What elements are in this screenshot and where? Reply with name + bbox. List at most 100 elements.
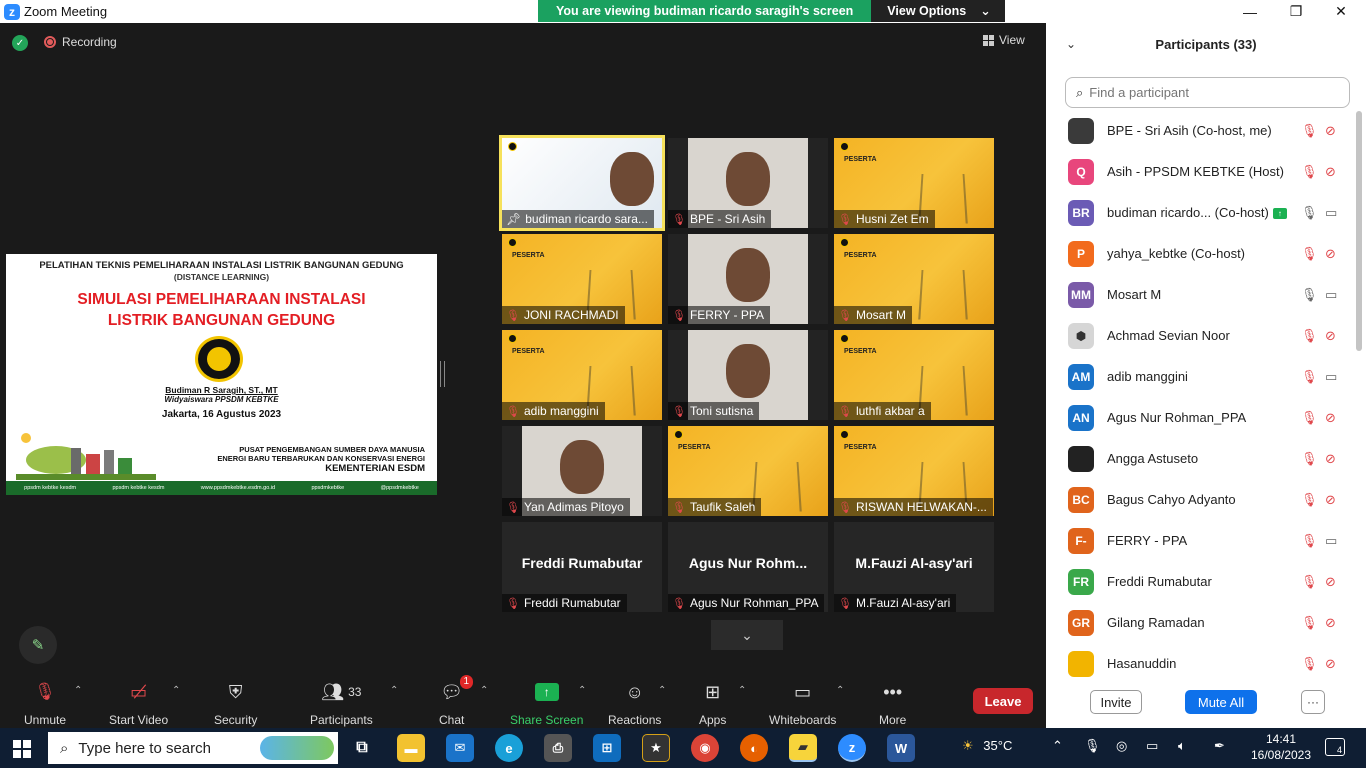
video-off-icon[interactable]: ⊘ — [1325, 123, 1336, 139]
mic-muted-icon[interactable]: 🎙︎ — [1301, 246, 1318, 262]
mute-all-button[interactable]: Mute All — [1185, 690, 1257, 714]
edge-browser-icon[interactable]: e — [495, 734, 523, 762]
participant-video-tile[interactable]: M.Fauzi Al-asy'ari 🎙︎ M.Fauzi Al-asy'ari — [834, 522, 994, 612]
word-icon[interactable]: W — [887, 734, 915, 762]
chat-caret-icon[interactable]: ⌃ — [480, 685, 488, 696]
participant-video-tile[interactable]: Agus Nur Rohm... 🎙︎ Agus Nur Rohman_PPA — [668, 522, 828, 612]
mic-muted-icon[interactable]: 🎙︎ — [1301, 369, 1318, 385]
whiteboards-button[interactable]: ▭ Whiteboards — [769, 679, 836, 728]
volume-icon[interactable]: 🔈︎ — [1178, 738, 1186, 754]
participant-row[interactable]: MM Mosart M 🎙︎ ▭ — [1046, 274, 1356, 315]
participant-row[interactable]: GR Gilang Ramadan 🎙︎ ⊘ — [1046, 602, 1356, 643]
participant-row[interactable]: FR Freddi Rumabutar 🎙︎ ⊘ — [1046, 561, 1356, 602]
video-icon[interactable]: ▭ — [1325, 533, 1337, 549]
tray-mic-icon[interactable]: 🎙︎ — [1084, 738, 1101, 754]
whiteboards-caret-icon[interactable]: ⌃ — [836, 685, 844, 696]
participant-row[interactable]: AN Agus Nur Rohman_PPA 🎙︎ ⊘ — [1046, 397, 1356, 438]
recording-indicator[interactable]: Recording — [44, 35, 117, 49]
participant-video-tile[interactable]: 🎙︎ FERRY - PPA — [668, 234, 828, 324]
reactions-button[interactable]: ☺︎ Reactions — [608, 679, 661, 728]
participant-video-tile[interactable]: 🎙︎ Toni sutisna — [668, 330, 828, 420]
start-video-button[interactable]: ▭̸ Start Video — [109, 679, 168, 728]
media-app-icon[interactable]: ★ — [642, 734, 670, 762]
video-off-icon[interactable]: ⊘ — [1325, 492, 1336, 508]
view-options-button[interactable]: View Options ⌄ — [871, 0, 1005, 22]
unmute-button[interactable]: 🎙︎ Unmute — [24, 679, 66, 727]
video-off-icon[interactable]: ⊘ — [1325, 574, 1336, 590]
video-off-icon[interactable]: ⊘ — [1325, 615, 1336, 631]
battery-icon[interactable]: ▭ — [1146, 738, 1158, 754]
video-off-icon[interactable]: ⊘ — [1325, 246, 1336, 262]
participant-row[interactable]: AM adib manggini 🎙︎ ▭ — [1046, 356, 1356, 397]
security-button[interactable]: ⛨ Security — [214, 679, 257, 728]
participant-video-tile[interactable]: PESERTA 🎙︎ Husni Zet Em — [834, 138, 994, 228]
mic-muted-icon[interactable]: 🎙︎ — [1301, 164, 1318, 180]
video-off-icon[interactable]: ⊘ — [1325, 656, 1336, 672]
file-explorer-icon[interactable]: ▬ — [397, 734, 425, 762]
participant-row[interactable]: BR budiman ricardo... (Co-host) ↑ 🎙︎ ▭ — [1046, 192, 1356, 233]
more-button[interactable]: ••• More — [879, 679, 906, 728]
participant-video-tile[interactable]: PESERTA 🎙︎ Mosart M — [834, 234, 994, 324]
mic-icon[interactable]: 🎙︎ — [1301, 205, 1318, 221]
mic-muted-icon[interactable]: 🎙︎ — [1301, 533, 1318, 549]
participant-video-tile[interactable]: 📌︎ budiman ricardo sara... — [499, 135, 665, 231]
firefox-icon[interactable]: ◐ — [740, 734, 768, 762]
mic-muted-icon[interactable]: 🎙︎ — [1301, 328, 1318, 344]
participants-caret-icon[interactable]: ⌃ — [390, 685, 398, 696]
weather-widget[interactable]: ☀ 35°C — [962, 738, 1012, 754]
video-icon[interactable]: ▭ — [1325, 205, 1337, 221]
video-options-caret-icon[interactable]: ⌃ — [172, 685, 180, 696]
chrome-icon[interactable]: ◉ — [691, 734, 719, 762]
reactions-caret-icon[interactable]: ⌃ — [658, 685, 666, 696]
participant-search-input[interactable] — [1089, 85, 1330, 100]
share-caret-icon[interactable]: ⌃ — [578, 685, 586, 696]
participant-search[interactable]: ⌕ — [1065, 77, 1350, 108]
mic-muted-icon[interactable]: 🎙︎ — [1301, 574, 1318, 590]
participant-row[interactable]: Hasanuddin 🎙︎ ⊘ — [1046, 643, 1356, 680]
leave-button[interactable]: Leave — [973, 688, 1033, 714]
mic-muted-icon[interactable]: 🎙︎ — [1301, 492, 1318, 508]
mic-muted-icon[interactable]: 🎙︎ — [1301, 656, 1318, 672]
taskbar-search[interactable]: ⌕ Type here to search — [48, 732, 338, 764]
mic-muted-icon[interactable]: 🎙︎ — [1301, 451, 1318, 467]
participant-list-scrollbar[interactable] — [1356, 111, 1362, 351]
participant-video-tile[interactable]: PESERTA 🎙︎ adib manggini — [502, 330, 662, 420]
mic-icon[interactable]: 🎙︎ — [1301, 287, 1318, 303]
participant-row[interactable]: Angga Astuseto 🎙︎ ⊘ — [1046, 438, 1356, 479]
participant-row[interactable]: BC Bagus Cahyo Adyanto 🎙︎ ⊘ — [1046, 479, 1356, 520]
minimize-icon[interactable]: — — [1227, 0, 1273, 23]
invite-button[interactable]: Invite — [1090, 690, 1142, 714]
panel-more-button[interactable]: ··· — [1301, 690, 1325, 714]
participant-video-tile[interactable]: 🎙︎ BPE - Sri Asih — [668, 138, 828, 228]
taskbar-clock[interactable]: 14:41 16/08/2023 — [1248, 731, 1314, 763]
video-icon[interactable]: ▭ — [1325, 369, 1337, 385]
participant-video-tile[interactable]: PESERTA 🎙︎ Taufik Saleh — [668, 426, 828, 516]
participant-video-tile[interactable]: PESERTA 🎙︎ RISWAN HELWAKAN-... — [834, 426, 994, 516]
audio-options-caret-icon[interactable]: ⌃ — [74, 685, 82, 696]
video-off-icon[interactable]: ⊘ — [1325, 164, 1336, 180]
mic-muted-icon[interactable]: 🎙︎ — [1301, 615, 1318, 631]
chat-button[interactable]: 💬︎ 1 Chat — [439, 675, 474, 727]
mail-icon[interactable]: ✉ — [446, 734, 474, 762]
split-divider-handle[interactable] — [440, 361, 445, 387]
share-screen-button[interactable]: ↑ Share Screen — [510, 679, 583, 727]
mic-muted-icon[interactable]: 🎙︎ — [1301, 123, 1318, 139]
video-off-icon[interactable]: ⊘ — [1325, 451, 1336, 467]
notification-center-icon[interactable]: 4 — [1325, 738, 1345, 756]
store-icon[interactable]: ⊞ — [593, 734, 621, 762]
participants-button[interactable]: 👥︎ 33 Participants — [310, 679, 373, 728]
view-button[interactable]: View — [983, 33, 1025, 47]
annotate-pencil-icon[interactable]: ✎ — [19, 626, 57, 664]
close-icon[interactable]: ✕ — [1318, 0, 1364, 23]
tray-expand-icon[interactable]: ⌃ — [1052, 738, 1063, 754]
participant-row[interactable]: F- FERRY - PPA 🎙︎ ▭ — [1046, 520, 1356, 561]
participant-video-tile[interactable]: Freddi Rumabutar 🎙︎ Freddi Rumabutar — [502, 522, 662, 612]
pen-icon[interactable]: ✒ — [1214, 738, 1225, 754]
gallery-next-page-button[interactable]: ⌄ — [711, 620, 783, 650]
participant-row[interactable]: ⬢ Achmad Sevian Noor 🎙︎ ⊘ — [1046, 315, 1356, 356]
zoom-taskbar-icon[interactable]: z — [838, 734, 866, 762]
video-off-icon[interactable]: ⊘ — [1325, 328, 1336, 344]
participant-row[interactable]: BPE - Sri Asih (Co-host, me) 🎙︎ ⊘ — [1046, 110, 1356, 151]
participant-video-tile[interactable]: 🎙︎ Yan Adimas Pitoyo — [502, 426, 662, 516]
video-icon[interactable]: ▭ — [1325, 287, 1337, 303]
